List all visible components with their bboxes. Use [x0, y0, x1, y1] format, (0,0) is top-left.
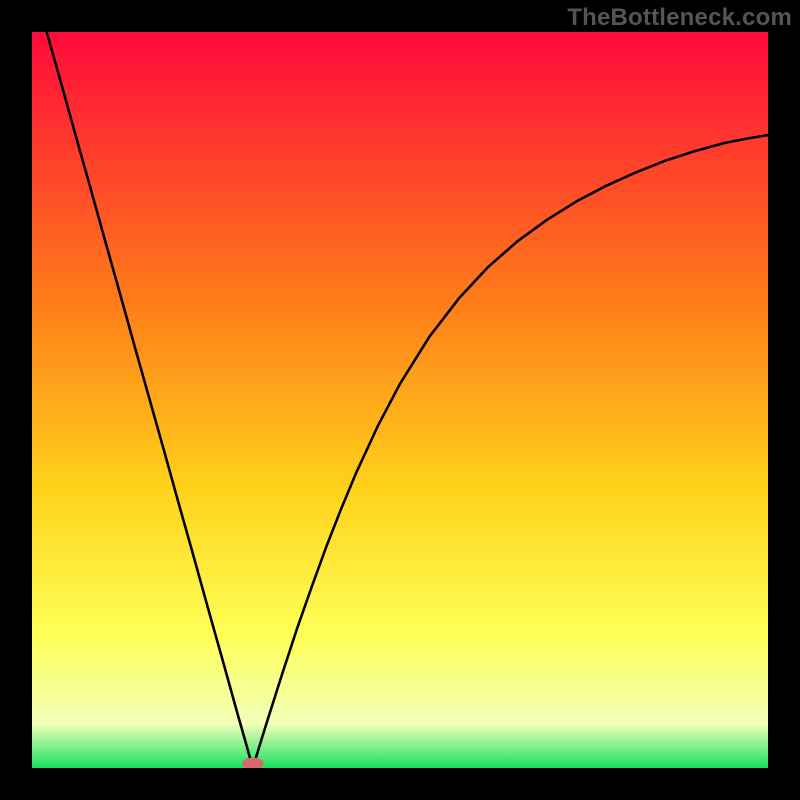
chart-frame: TheBottleneck.com — [0, 0, 800, 800]
plot-area — [32, 32, 768, 768]
bottleneck-curve-chart — [32, 32, 768, 768]
watermark-text: TheBottleneck.com — [567, 4, 792, 32]
gradient-background — [32, 32, 768, 768]
